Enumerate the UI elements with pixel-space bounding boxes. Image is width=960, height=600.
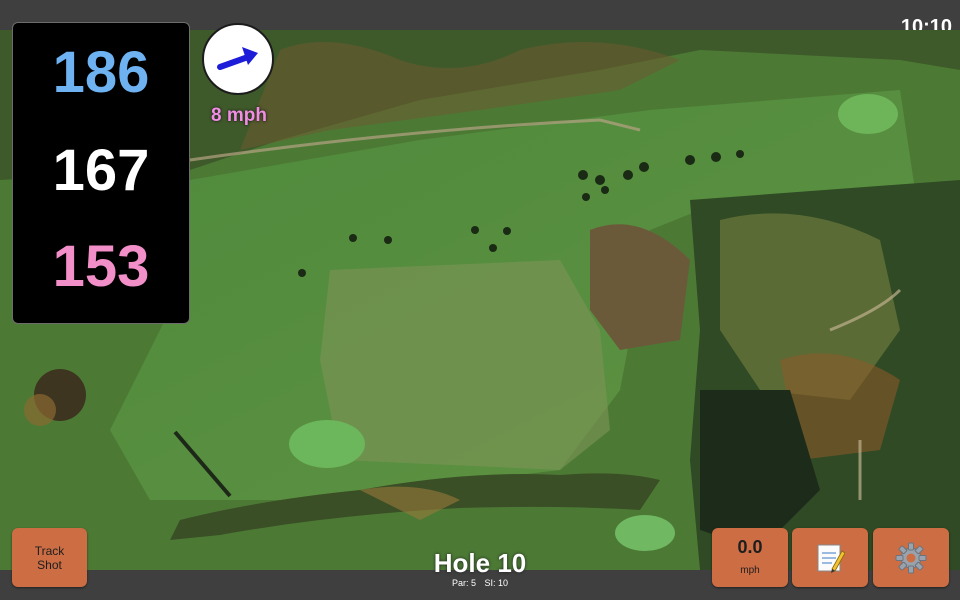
speed-value: 0.0 xyxy=(737,537,763,557)
distance-middle-of-green: 167 xyxy=(52,138,150,203)
par-label: Par: 5 xyxy=(451,578,476,588)
notes-button[interactable] xyxy=(792,528,868,587)
track-shot-label-line2: Shot xyxy=(37,557,62,572)
gear-icon xyxy=(895,542,927,574)
notepad-icon xyxy=(817,544,845,573)
distance-panel: 186 167 153 xyxy=(12,22,190,324)
hole-title: Hole 10 xyxy=(433,548,527,578)
distance-front-of-green: 153 xyxy=(52,234,150,299)
distance-back-of-green: 186 xyxy=(52,40,150,105)
wind-indicator[interactable] xyxy=(202,23,274,95)
track-shot-button[interactable]: Track Shot xyxy=(12,528,87,587)
settings-button[interactable] xyxy=(873,528,949,587)
speed-unit: mph xyxy=(740,565,760,576)
hole-info: Par: 5 SI: 10 xyxy=(380,577,580,589)
speed-button[interactable]: 0.0 mph xyxy=(712,528,788,587)
track-shot-label-line1: Track xyxy=(34,543,65,558)
wind-speed: 8 mph xyxy=(211,105,267,126)
stroke-index-label: SI: 10 xyxy=(484,578,509,588)
wind-direction-arrow-icon xyxy=(217,47,258,70)
